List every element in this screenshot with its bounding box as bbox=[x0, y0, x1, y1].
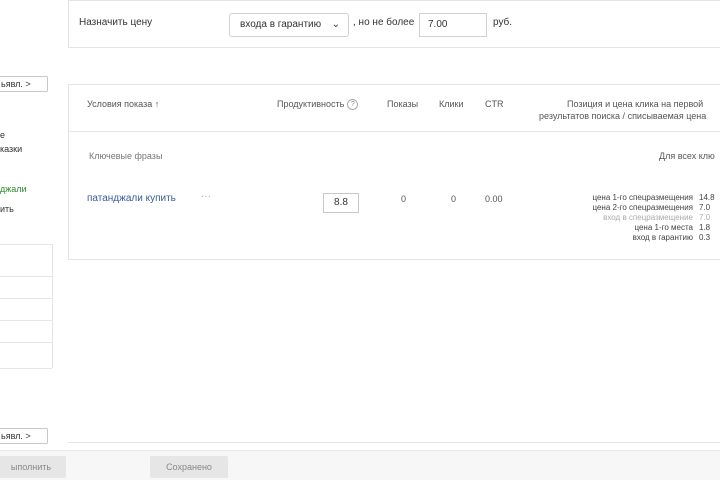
section-keywords-label: Ключевые фразы bbox=[89, 151, 163, 161]
col-shows-header: Показы bbox=[387, 99, 419, 109]
sidebar-bottom-button[interactable]: ьявл. > bbox=[0, 428, 48, 444]
col-productivity-header: Продуктивность? bbox=[277, 99, 359, 111]
max-price-input[interactable]: 7.00 bbox=[419, 13, 487, 37]
page: Назначить цену входа в гарантию ⌄ , но н… bbox=[0, 0, 720, 480]
bid-value: 1.8 bbox=[699, 223, 711, 232]
bid-label: цена 1-го места bbox=[634, 223, 693, 232]
bid-label: цена 1-го спецразмещения bbox=[592, 193, 693, 202]
bid-label: вход в спецразмещение bbox=[603, 213, 693, 222]
bid-value: 0.3 bbox=[699, 233, 711, 242]
saved-button[interactable]: Сохранено bbox=[150, 456, 228, 478]
sidebar-divider bbox=[0, 368, 52, 369]
shows-value: 0 bbox=[401, 194, 407, 204]
sidebar-text-2: казки bbox=[0, 144, 23, 154]
keyword-phrase-link[interactable]: патанджали купить bbox=[87, 193, 176, 204]
bid-value: 7.0 bbox=[699, 203, 711, 212]
productivity-value: 8.8 bbox=[323, 193, 359, 213]
sidebar-vertical-divider bbox=[52, 244, 53, 368]
sidebar-divider bbox=[0, 244, 52, 245]
keywords-table: Условия показа ↑ Продуктивность? Показы … bbox=[68, 84, 720, 260]
sidebar-text-3[interactable]: джали bbox=[0, 184, 27, 194]
bid-label: цена 2-го спецразмещения bbox=[592, 203, 693, 212]
sidebar-text-1: е bbox=[0, 130, 6, 140]
section-all-keywords-label: Для всех клю bbox=[659, 151, 715, 161]
sidebar-divider bbox=[0, 320, 52, 321]
bid-values: 14.8 7.0 7.0 1.8 0.3 bbox=[699, 193, 715, 243]
currency-label: руб. bbox=[493, 17, 513, 28]
col-clicks-header: Клики bbox=[439, 99, 464, 109]
price-settings-bar: Назначить цену входа в гарантию ⌄ , но н… bbox=[68, 0, 720, 48]
bid-value: 7.0 bbox=[699, 213, 711, 222]
bid-labels: цена 1-го спецразмещения цена 2-го спецр… bbox=[509, 193, 693, 243]
set-price-label: Назначить цену bbox=[79, 17, 153, 28]
more-icon[interactable]: ··· bbox=[201, 191, 211, 202]
col-ctr-header: CTR bbox=[485, 99, 504, 109]
not-more-label: , но не более bbox=[353, 17, 415, 28]
ctr-value: 0.00 bbox=[485, 194, 503, 204]
price-strategy-select[interactable]: входа в гарантию ⌄ bbox=[229, 13, 349, 37]
bid-label: вход в гарантию bbox=[632, 233, 693, 242]
col-productivity-label: Продуктивность bbox=[277, 99, 345, 109]
chevron-down-icon: ⌄ bbox=[331, 19, 340, 30]
col-position-header-line2: результатов поиска / списываемая цена bbox=[539, 111, 707, 121]
sidebar-text-4: ить bbox=[0, 204, 14, 214]
bid-value: 14.8 bbox=[699, 193, 715, 202]
clicks-value: 0 bbox=[451, 194, 457, 204]
price-strategy-value: входа в гарантию bbox=[240, 19, 322, 30]
sidebar-divider bbox=[0, 276, 52, 277]
help-icon[interactable]: ? bbox=[347, 99, 359, 111]
col-position-header-line1: Позиция и цена клика на первой bbox=[567, 99, 704, 109]
col-conditions-header[interactable]: Условия показа ↑ bbox=[87, 99, 159, 109]
footer-bar bbox=[0, 450, 720, 480]
bottom-divider bbox=[68, 442, 720, 443]
sidebar-divider bbox=[0, 298, 52, 299]
sidebar-top-button[interactable]: ьявл. > bbox=[0, 76, 48, 92]
header-divider bbox=[69, 131, 720, 132]
execute-button[interactable]: ыполнить bbox=[0, 456, 66, 478]
sidebar-divider bbox=[0, 342, 52, 343]
